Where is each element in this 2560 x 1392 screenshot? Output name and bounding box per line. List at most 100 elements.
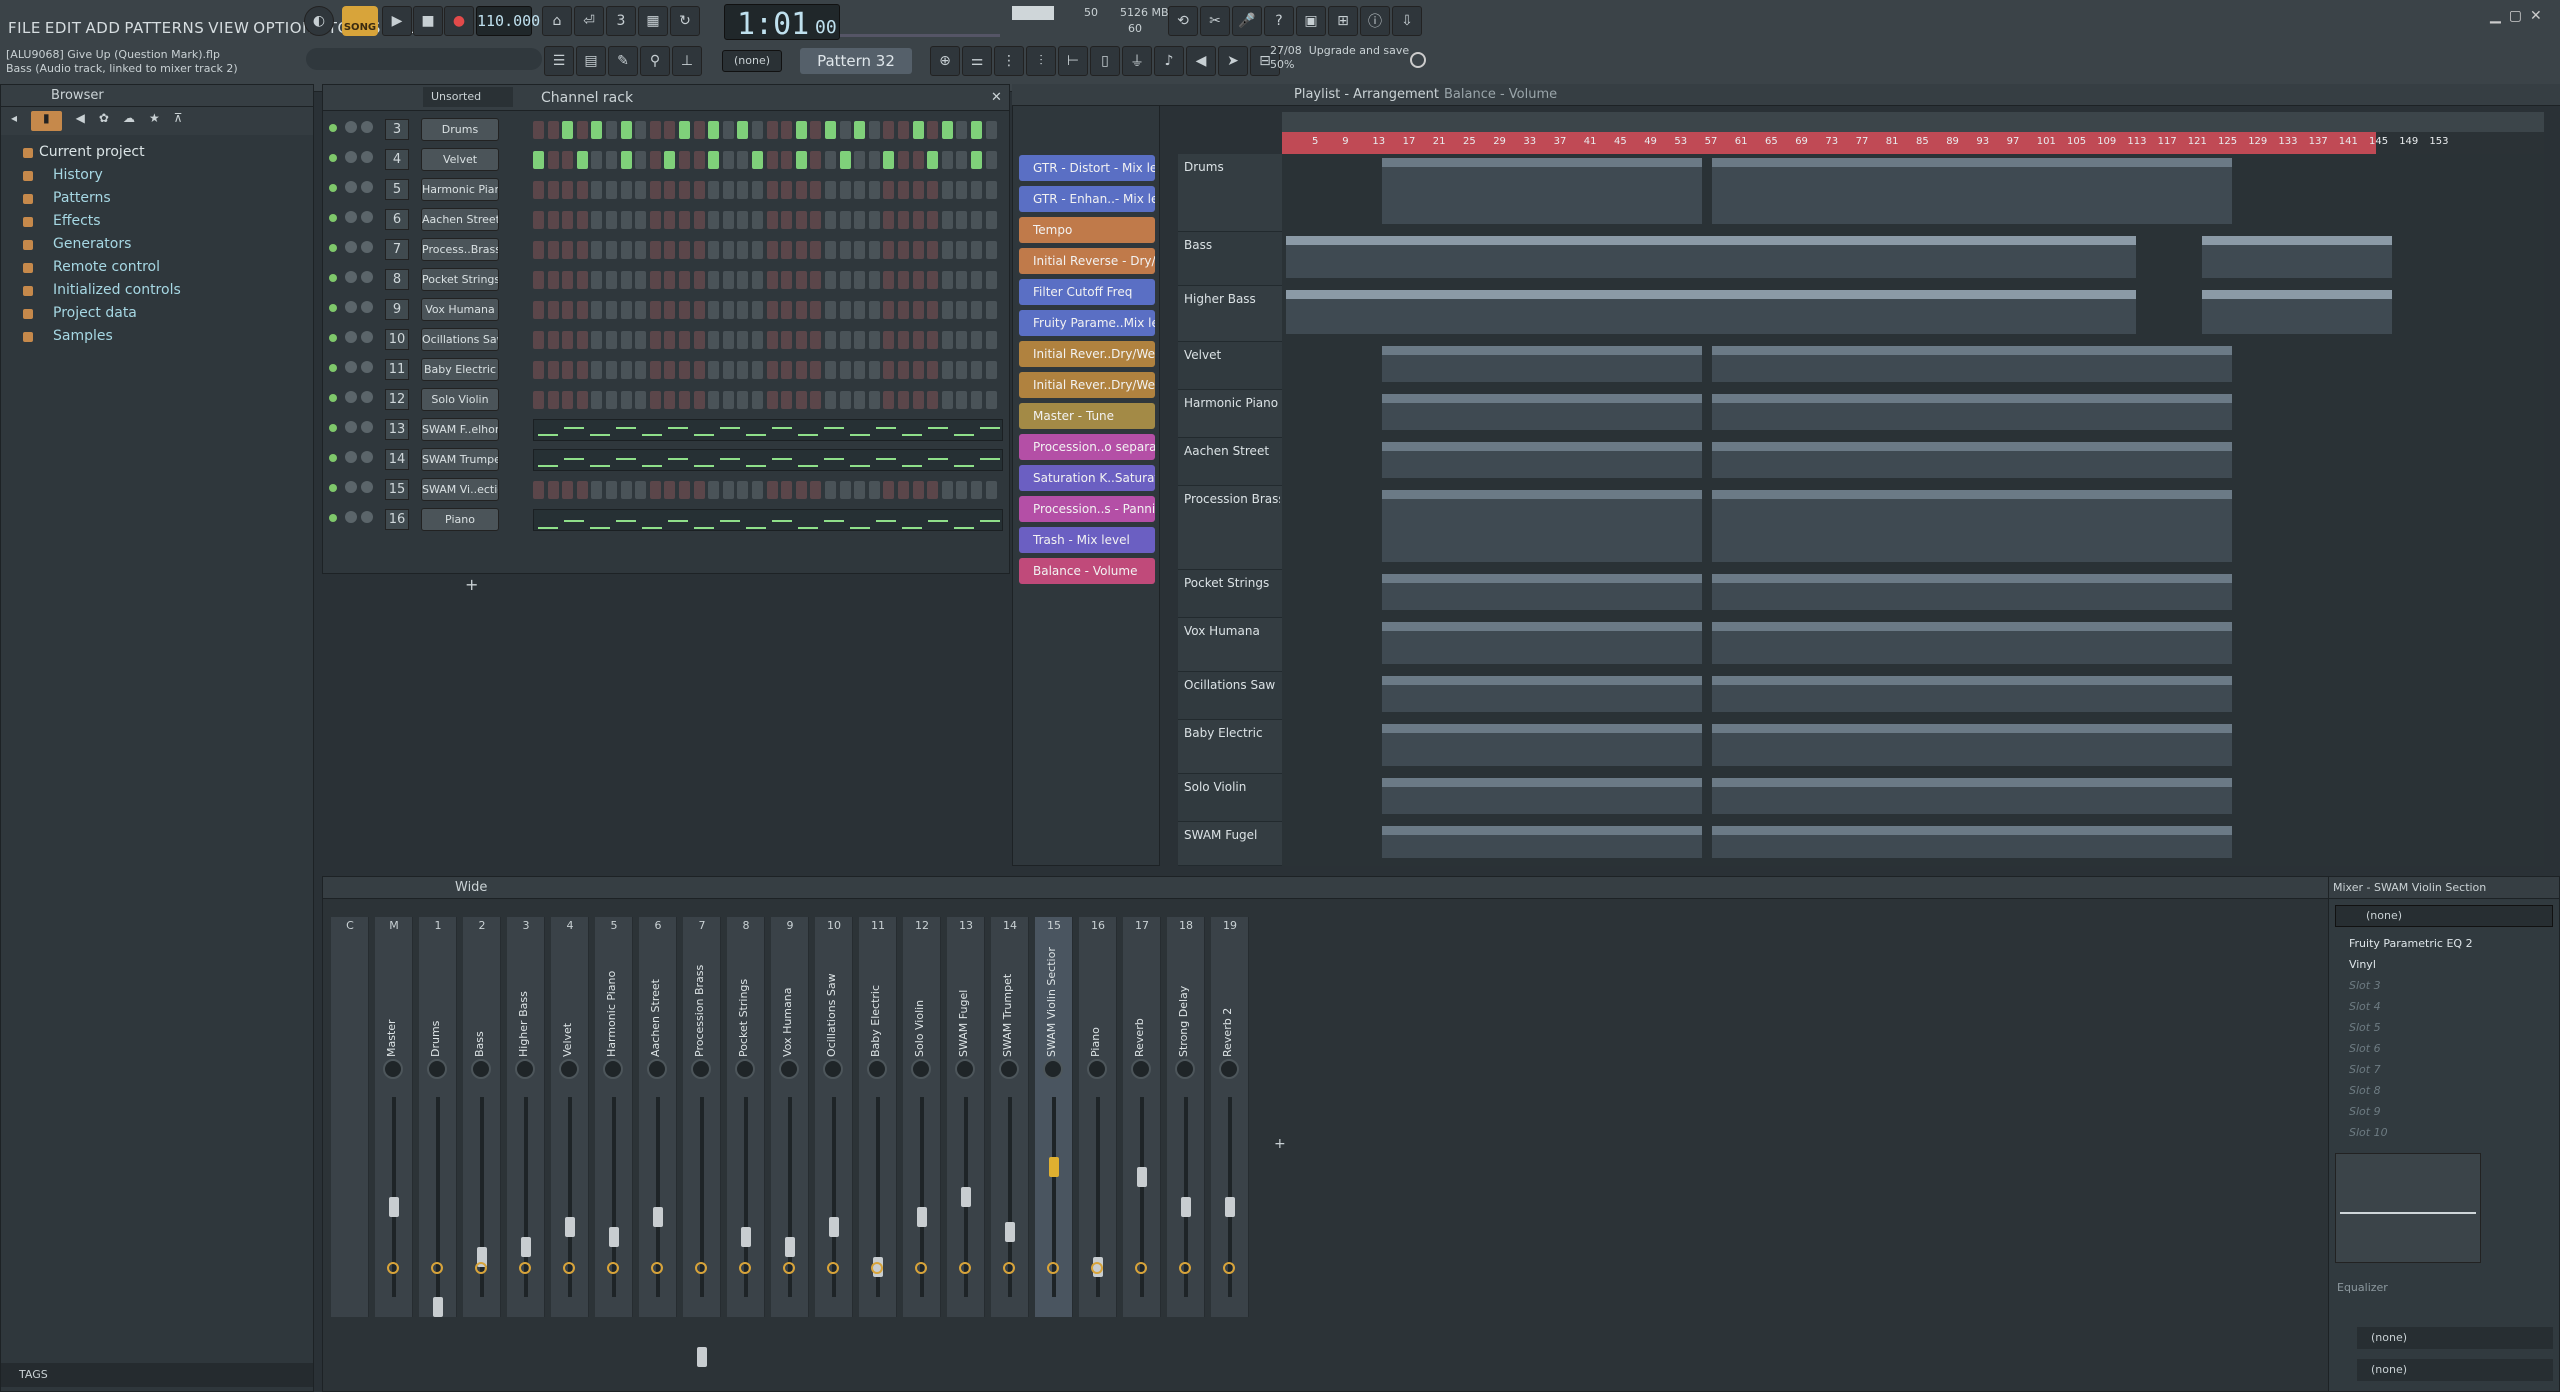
- piano-roll-preview[interactable]: [533, 449, 1003, 471]
- track-row[interactable]: Procession Brass: [1178, 486, 2544, 570]
- pan-knob[interactable]: [345, 301, 357, 313]
- step-button[interactable]: [576, 331, 588, 349]
- volume-knob[interactable]: [361, 241, 373, 253]
- step-button[interactable]: [810, 331, 822, 349]
- fx-slot[interactable]: Slot 7: [2329, 1059, 2559, 1080]
- channel-mixer-number[interactable]: 6: [385, 209, 409, 230]
- track-row[interactable]: Harmonic Piano: [1178, 390, 2544, 438]
- step-button[interactable]: [927, 121, 939, 139]
- playlist-scrollbar[interactable]: [1282, 112, 2544, 132]
- step-edit-icon[interactable]: ▦: [638, 6, 668, 36]
- channel-name-button[interactable]: Harmonic Piano: [421, 178, 499, 201]
- playlist-clip[interactable]: [1712, 826, 2232, 858]
- mixer-volume-fader[interactable]: [565, 1217, 575, 1237]
- step-button[interactable]: [620, 331, 632, 349]
- step-button[interactable]: [883, 211, 895, 229]
- volume-knob[interactable]: [361, 481, 373, 493]
- step-button[interactable]: [620, 301, 632, 319]
- step-button[interactable]: [781, 301, 793, 319]
- step-button[interactable]: [620, 391, 632, 409]
- route-knob[interactable]: [1003, 1262, 1015, 1274]
- tree-item-project-data[interactable]: Project data: [1, 302, 313, 325]
- step-button[interactable]: [839, 331, 851, 349]
- step-button[interactable]: [752, 241, 763, 259]
- step-button[interactable]: [664, 481, 676, 499]
- playlist-clip[interactable]: [1712, 574, 2232, 610]
- step-button[interactable]: [547, 211, 559, 229]
- track-lane[interactable]: [1282, 154, 2544, 232]
- mixer-strip[interactable]: 17 Reverb: [1123, 917, 1161, 1317]
- step-button[interactable]: [591, 481, 603, 499]
- step-button[interactable]: [810, 211, 822, 229]
- step-button[interactable]: [971, 361, 982, 379]
- fx-slot[interactable]: Slot 6: [2329, 1038, 2559, 1059]
- mixer-track-name[interactable]: Drums: [429, 947, 447, 1057]
- step-button[interactable]: [693, 151, 705, 169]
- channel-name-button[interactable]: Aachen Street: [421, 208, 499, 231]
- step-button[interactable]: [722, 301, 734, 319]
- tree-item-effects[interactable]: Effects: [1, 210, 313, 233]
- route-knob[interactable]: [607, 1262, 619, 1274]
- song-position-slider[interactable]: [840, 34, 1000, 37]
- step-button[interactable]: [547, 361, 559, 379]
- step-button[interactable]: [576, 481, 588, 499]
- pan-knob[interactable]: [345, 421, 357, 433]
- step-button[interactable]: [649, 121, 661, 139]
- step-button[interactable]: [533, 271, 544, 289]
- step-button[interactable]: [679, 271, 690, 289]
- volume-knob[interactable]: [361, 181, 373, 193]
- step-button[interactable]: [737, 271, 749, 289]
- channel-mixer-number[interactable]: 16: [385, 509, 409, 530]
- step-button[interactable]: [664, 241, 676, 259]
- channel-led-icon[interactable]: [329, 184, 337, 192]
- step-button[interactable]: [591, 121, 603, 139]
- track-name[interactable]: Baby Electric: [1184, 726, 1280, 740]
- step-button[interactable]: [664, 151, 676, 169]
- wait-input-icon[interactable]: ⏎: [574, 6, 604, 36]
- mixer-track-name[interactable]: Reverb: [1133, 947, 1151, 1057]
- tempo-display[interactable]: 110.000: [476, 6, 540, 36]
- step-button[interactable]: [664, 121, 676, 139]
- track-row[interactable]: Vox Humana: [1178, 618, 2544, 672]
- step-button[interactable]: [708, 481, 720, 499]
- track-name[interactable]: Pocket Strings: [1184, 576, 1280, 590]
- step-button[interactable]: [883, 271, 895, 289]
- step-button[interactable]: [649, 151, 661, 169]
- step-button[interactable]: [533, 391, 544, 409]
- step-button[interactable]: [941, 211, 953, 229]
- mixer-volume-fader[interactable]: [521, 1237, 531, 1257]
- step-button[interactable]: [562, 181, 574, 199]
- mixer-pan-knob[interactable]: [647, 1059, 667, 1079]
- step-button[interactable]: [562, 481, 574, 499]
- step-button[interactable]: [591, 301, 603, 319]
- step-button[interactable]: [649, 481, 661, 499]
- step-button[interactable]: [985, 361, 997, 379]
- playlist-clip[interactable]: [1382, 724, 1702, 766]
- step-button[interactable]: [679, 241, 690, 259]
- step-button[interactable]: [708, 391, 720, 409]
- step-button[interactable]: [868, 271, 880, 289]
- mixer-pan-knob[interactable]: [1175, 1059, 1195, 1079]
- tag-icon[interactable]: ⊼: [174, 111, 183, 131]
- step-button[interactable]: [649, 391, 661, 409]
- mixer-pan-knob[interactable]: [779, 1059, 799, 1079]
- link-icon[interactable]: ⚲: [640, 46, 670, 76]
- channel-name-button[interactable]: Vox Humana: [421, 298, 499, 321]
- step-button[interactable]: [708, 181, 720, 199]
- step-button[interactable]: [883, 481, 895, 499]
- step-button[interactable]: [562, 151, 574, 169]
- mixer-volume-fader[interactable]: [1137, 1167, 1147, 1187]
- fx-slot[interactable]: Vinyl: [2329, 954, 2559, 975]
- mixer-pan-knob[interactable]: [603, 1059, 623, 1079]
- file-icon[interactable]: ▯: [1090, 46, 1120, 76]
- step-button[interactable]: [722, 121, 734, 139]
- mixer-pan-knob[interactable]: [1087, 1059, 1107, 1079]
- mixer-volume-fader[interactable]: [741, 1227, 751, 1247]
- track-name[interactable]: Procession Brass: [1184, 492, 1280, 506]
- step-button[interactable]: [781, 121, 793, 139]
- step-button[interactable]: [591, 211, 603, 229]
- mixer-strip[interactable]: 7 Procession Brass: [683, 917, 721, 1367]
- step-button[interactable]: [693, 361, 705, 379]
- time-display[interactable]: 1:01 00: [724, 4, 840, 42]
- step-button[interactable]: [606, 391, 617, 409]
